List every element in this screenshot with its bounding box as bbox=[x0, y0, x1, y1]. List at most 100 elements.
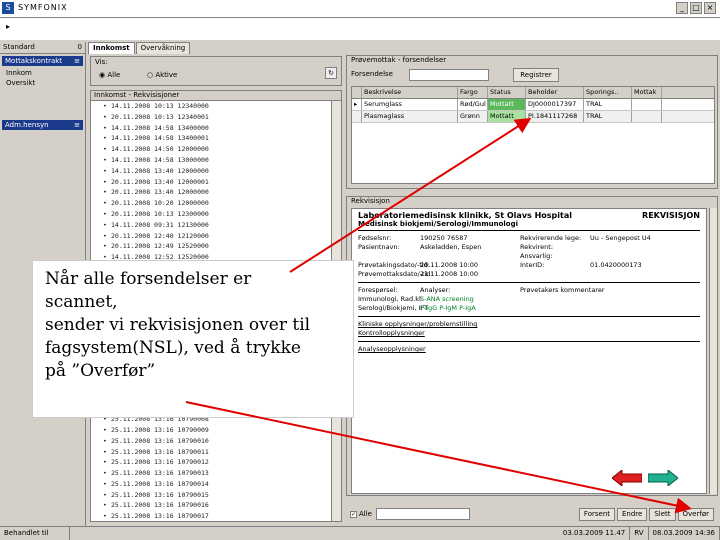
list-item-text: 20.11.2008 13:40 12000001 bbox=[111, 177, 209, 186]
register-button[interactable]: Registrer bbox=[513, 68, 559, 82]
list-item-text: 20.11.2008 12:40 12120000 bbox=[111, 231, 209, 240]
doc-field: 01.0420000173 bbox=[590, 261, 642, 269]
doc-field: 21.11.2008 10:00 bbox=[420, 270, 479, 278]
endre-button[interactable]: Endre bbox=[617, 507, 648, 521]
doc-lab-name: Laboratoriemedisinsk klinikk, St Olavs H… bbox=[358, 211, 572, 220]
row-bullet-icon: • bbox=[103, 458, 107, 467]
forsent-button[interactable]: Forsent bbox=[578, 507, 615, 521]
list-item[interactable]: • 20.11.2008 10:20 12000000 bbox=[91, 198, 341, 209]
doc-analysis-row-2: Serologi/Biokjemi, IFT P-IgG P-IgM P-IgA bbox=[358, 304, 700, 313]
list-item-text: 14.11.2008 13:40 12000000 bbox=[111, 166, 209, 175]
list-item[interactable]: • 20.11.2008 12:49 12520000 bbox=[91, 241, 341, 252]
left-group-mottak[interactable]: Mottakskontrakt ≡ bbox=[2, 56, 83, 66]
grid-column-header[interactable] bbox=[352, 87, 362, 98]
left-group-adm[interactable]: Adm.hensyn ≡ bbox=[2, 120, 83, 130]
list-item[interactable]: • 25.11.2008 13:16 10790011 bbox=[91, 447, 341, 458]
slett-button[interactable]: Slett bbox=[649, 507, 676, 521]
list-item[interactable]: • 25.11.2008 13:16 10790010 bbox=[91, 436, 341, 447]
radio-alle-label: Alle bbox=[107, 71, 121, 79]
left-item-oversikt[interactable]: Oversikt bbox=[4, 78, 85, 88]
doc-field: Pasientnavn: bbox=[358, 243, 400, 251]
maximize-button[interactable]: □ bbox=[690, 2, 702, 14]
tab-overvakning[interactable]: Overvåkning bbox=[135, 42, 191, 54]
list-item[interactable]: • 14.11.2008 14:58 13000000 bbox=[91, 155, 341, 166]
list-item[interactable]: • 25.11.2008 13:16 10790009 bbox=[91, 425, 341, 436]
previous-arrow-icon[interactable] bbox=[612, 470, 642, 486]
list-item[interactable]: • 20.11.2008 12:40 12120000 bbox=[91, 231, 341, 242]
menu-caret-icon[interactable]: ▸ bbox=[6, 22, 10, 31]
doc-header: Laboratoriemedisinsk klinikk, St Olavs H… bbox=[358, 211, 700, 220]
table-row[interactable]: ▸ Serumglass Rød/Gul Mottatt DJ0000017397 TRA… bbox=[352, 99, 714, 111]
list-item[interactable]: • 25.11.2008 13:16 10790012 bbox=[91, 457, 341, 468]
requisition-document: Laboratoriemedisinsk klinikk, St Olavs H… bbox=[351, 208, 707, 494]
grid-column-header[interactable]: Fargo bbox=[458, 87, 488, 98]
row-bullet-icon: • bbox=[103, 145, 107, 154]
doc-field: Rekvirerende lege: bbox=[520, 234, 582, 242]
table-cell bbox=[632, 99, 662, 110]
table-row[interactable]: Plasmaglass Grønn Mottatt PI.1841117268 TRAL bbox=[352, 111, 714, 123]
tab-innkomst[interactable]: Innkomst bbox=[88, 42, 135, 54]
list-item[interactable]: • 20.11.2008 10:13 12300000 bbox=[91, 209, 341, 220]
doc-field: Rekvirent: bbox=[520, 243, 554, 251]
instruction-callout: Når alle forsendelser er scannet, sender… bbox=[32, 260, 354, 418]
table-cell bbox=[352, 111, 362, 122]
grid-column-header[interactable]: Sporings.. bbox=[584, 87, 632, 98]
callout-line-4: fagsystem(NSL), ved å trykke bbox=[45, 338, 301, 358]
action-input[interactable] bbox=[376, 508, 470, 520]
radio-alle[interactable]: ◉ Alle bbox=[99, 71, 120, 79]
table-cell: Rød/Gul bbox=[458, 99, 488, 110]
list-item-text: 25.11.2008 13:16 10790011 bbox=[111, 447, 209, 456]
table-cell: Plasmaglass bbox=[362, 111, 458, 122]
doc-field: Uu - Sengepost U4 bbox=[590, 234, 651, 242]
row-bullet-icon: • bbox=[103, 447, 107, 456]
next-arrow-icon[interactable] bbox=[648, 470, 678, 486]
row-bullet-icon: • bbox=[103, 166, 107, 175]
row-bullet-icon: • bbox=[103, 220, 107, 229]
overfor-button[interactable]: Overfør bbox=[677, 507, 714, 521]
left-header: Standard 0 bbox=[0, 42, 85, 54]
list-item[interactable]: • 14.11.2008 14:58 13400001 bbox=[91, 133, 341, 144]
list-item-text: 25.11.2008 13:16 10790010 bbox=[111, 436, 209, 445]
list-item[interactable]: • 20.11.2008 13:40 12000001 bbox=[91, 177, 341, 188]
list-item[interactable]: • 20.11.2008 10:13 12340001 bbox=[91, 112, 341, 123]
refresh-icon[interactable]: ↻ bbox=[325, 67, 337, 79]
list-item[interactable]: • 14.11.2008 14:50 12000000 bbox=[91, 144, 341, 155]
doc-scrollbar[interactable] bbox=[709, 208, 717, 494]
left-header-label: Standard bbox=[3, 43, 35, 51]
list-item-text: 20.11.2008 13:40 12000000 bbox=[111, 188, 209, 197]
list-item[interactable]: • 14.11.2008 13:40 12000000 bbox=[91, 166, 341, 177]
grid-column-header[interactable]: Status bbox=[488, 87, 526, 98]
list-item[interactable]: • 14.11.2008 10:13 12340000 bbox=[91, 101, 341, 112]
grid-column-header[interactable]: Beholder bbox=[526, 87, 584, 98]
doc-field-row: Prøvemottaksdato/-tid: 21.11.2008 10:00 bbox=[358, 270, 700, 279]
row-bullet-icon: • bbox=[103, 199, 107, 208]
grid-column-header[interactable]: Mottak bbox=[632, 87, 662, 98]
doc-extra-label: Immunologi, Rad.kl bbox=[358, 295, 421, 303]
list-item[interactable]: • 25.11.2008 13:16 10790017 bbox=[91, 511, 341, 521]
table-cell: Grønn bbox=[458, 111, 488, 122]
list-item[interactable]: • 25.11.2008 13:16 10790013 bbox=[91, 468, 341, 479]
grid-column-header[interactable]: Beskrivelse bbox=[362, 87, 458, 98]
status-badge: Mottatt bbox=[488, 99, 526, 110]
list-item[interactable]: • 14.11.2008 14:58 13400000 bbox=[91, 123, 341, 134]
group-menu-icon: ≡ bbox=[74, 57, 80, 65]
doc-analysis-a: S-ANA screening bbox=[420, 295, 474, 303]
callout-line-1: Når alle forsendelser er bbox=[45, 269, 252, 289]
all-checkbox[interactable]: ✓ Alle bbox=[350, 510, 372, 518]
left-header-count: 0 bbox=[77, 43, 82, 51]
left-item-innkom[interactable]: Innkom bbox=[4, 68, 85, 78]
list-item-text: 14.11.2008 14:58 13400001 bbox=[111, 134, 209, 143]
list-item[interactable]: • 25.11.2008 13:16 10790014 bbox=[91, 479, 341, 490]
minimize-button[interactable]: _ bbox=[676, 2, 688, 14]
list-item[interactable]: • 14.11.2008 09:31 12130000 bbox=[91, 220, 341, 231]
row-bullet-icon: • bbox=[103, 102, 107, 110]
list-item[interactable]: • 20.11.2008 13:40 12000000 bbox=[91, 187, 341, 198]
radio-aktive[interactable]: ○ Aktive bbox=[147, 71, 177, 79]
list-item-text: 25.11.2008 13:16 10790015 bbox=[111, 490, 209, 499]
shipment-input[interactable] bbox=[409, 69, 489, 81]
table-cell: PI.1841117268 bbox=[526, 111, 584, 122]
list-item[interactable]: • 25.11.2008 13:16 10790016 bbox=[91, 500, 341, 511]
row-bullet-icon: • bbox=[103, 231, 107, 240]
close-button[interactable]: × bbox=[704, 2, 716, 14]
list-item[interactable]: • 25.11.2008 13:16 10790015 bbox=[91, 490, 341, 501]
